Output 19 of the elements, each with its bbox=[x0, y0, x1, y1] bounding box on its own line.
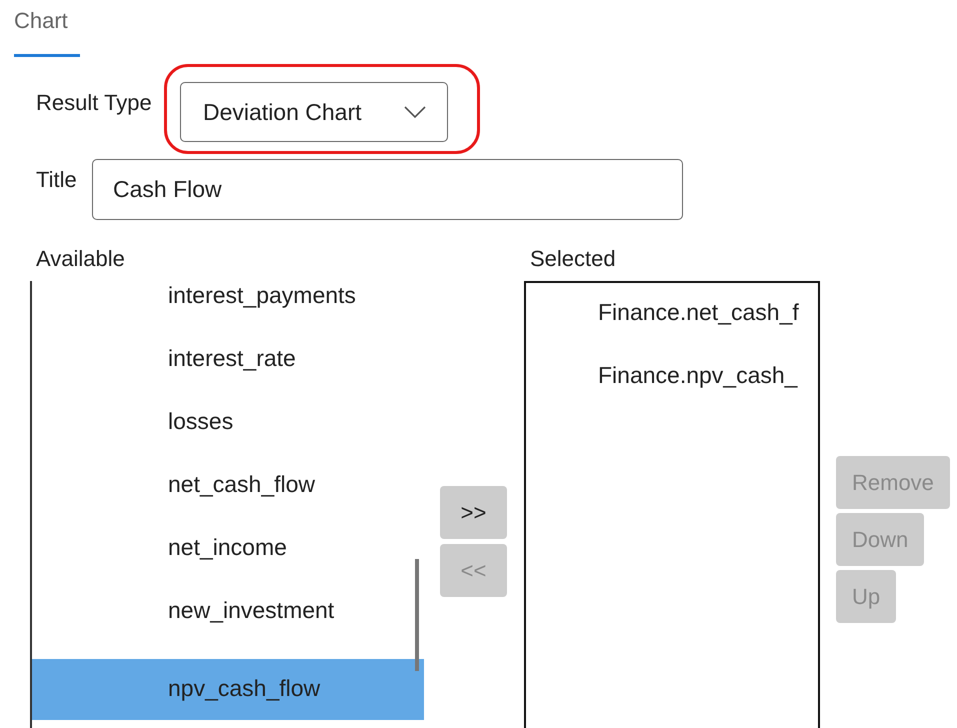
available-label: Available bbox=[35, 246, 126, 273]
list-item[interactable]: interest_payments bbox=[32, 281, 424, 344]
result-type-dropdown[interactable]: Deviation Chart bbox=[180, 82, 448, 142]
list-item[interactable]: net_income bbox=[32, 533, 424, 596]
title-field[interactable]: Cash Flow bbox=[92, 159, 683, 220]
list-item[interactable]: Finance.npv_cash_ bbox=[526, 362, 818, 425]
title-label: Title bbox=[36, 167, 78, 193]
transfer-button[interactable]: >> bbox=[440, 486, 507, 539]
list-item[interactable]: npv_cash_flow bbox=[32, 659, 424, 720]
list-item[interactable]: Finance.net_cash_f bbox=[526, 299, 818, 362]
selected-label: Selected bbox=[529, 246, 617, 273]
list-item[interactable]: net_cash_flow bbox=[32, 470, 424, 533]
list-item[interactable]: new_investment bbox=[32, 596, 424, 659]
tab[interactable]: Chart bbox=[14, 6, 80, 57]
list-item[interactable]: interest_rate bbox=[32, 344, 424, 407]
chevron-down-icon bbox=[403, 105, 427, 119]
scrollbar[interactable] bbox=[415, 559, 419, 671]
list-item[interactable]: losses bbox=[32, 407, 424, 470]
result-type-label: Result Type bbox=[36, 90, 153, 116]
